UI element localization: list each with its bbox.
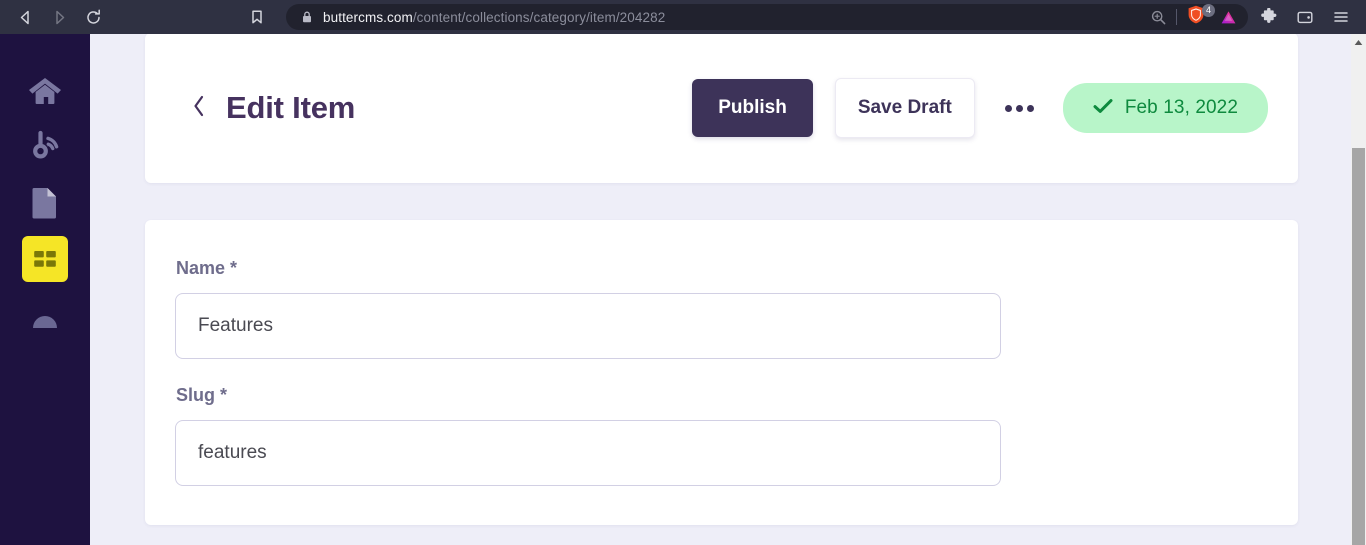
reload-button[interactable] bbox=[76, 0, 110, 34]
scroll-up-arrow-icon bbox=[1354, 33, 1363, 51]
sidebar-item-home[interactable] bbox=[22, 68, 68, 114]
browser-toolbar: buttercms.com/content/collections/catego… bbox=[0, 0, 1366, 34]
page-title: Edit Item bbox=[226, 90, 356, 125]
chevron-left-icon bbox=[192, 95, 206, 122]
collections-grid-icon bbox=[29, 245, 61, 273]
lock-icon bbox=[300, 10, 314, 24]
page-scrollbar[interactable] bbox=[1351, 34, 1366, 545]
scroll-up-button[interactable] bbox=[1351, 34, 1366, 50]
slug-label-text: Slug bbox=[176, 385, 215, 405]
back-arrow-icon bbox=[17, 9, 34, 26]
sidebar-item-blog[interactable] bbox=[22, 124, 68, 170]
back-button[interactable] bbox=[8, 0, 42, 34]
page-content: Edit Item Publish Save Draft Feb 13, 202… bbox=[90, 34, 1366, 545]
app-sidebar bbox=[0, 34, 90, 545]
name-field-label: Name * bbox=[176, 258, 1268, 279]
extensions-puzzle-icon bbox=[1260, 8, 1278, 26]
forward-arrow-icon bbox=[51, 9, 68, 26]
slug-field-group: Slug * bbox=[175, 385, 1268, 486]
slug-field-label: Slug * bbox=[176, 385, 1268, 406]
sidebar-item-pages[interactable] bbox=[22, 180, 68, 226]
media-icon bbox=[28, 306, 62, 336]
sidebar-item-collections[interactable] bbox=[22, 236, 68, 282]
scrollbar-thumb[interactable] bbox=[1352, 148, 1365, 545]
sidebar-item-media[interactable] bbox=[22, 298, 68, 344]
slug-input[interactable] bbox=[175, 420, 1001, 486]
back-to-list-button[interactable] bbox=[186, 95, 212, 121]
name-input[interactable] bbox=[175, 293, 1001, 359]
status-badge: Feb 13, 2022 bbox=[1062, 83, 1268, 133]
status-date-text: Feb 13, 2022 bbox=[1124, 97, 1238, 118]
brave-rewards-triangle-icon[interactable] bbox=[1219, 8, 1238, 27]
more-horizontal-icon bbox=[1005, 104, 1035, 112]
hamburger-menu-icon bbox=[1332, 8, 1350, 26]
pages-icon bbox=[30, 186, 60, 220]
extensions-button[interactable] bbox=[1254, 0, 1284, 34]
brave-shields-button[interactable]: 4 bbox=[1186, 4, 1215, 27]
slug-required-marker: * bbox=[220, 385, 228, 405]
name-field-group: Name * bbox=[175, 258, 1268, 359]
more-options-button[interactable] bbox=[997, 90, 1043, 126]
wallet-button[interactable] bbox=[1290, 0, 1320, 34]
shields-blocked-count-badge: 4 bbox=[1202, 4, 1215, 17]
name-required-marker: * bbox=[230, 258, 238, 278]
header-actions: Publish Save Draft Feb 13, 2022 bbox=[692, 78, 1268, 138]
bookmark-icon bbox=[249, 9, 265, 25]
blog-icon bbox=[28, 130, 62, 164]
name-label-text: Name bbox=[176, 258, 226, 278]
save-draft-button[interactable]: Save Draft bbox=[834, 78, 975, 138]
toolbar-divider bbox=[1176, 9, 1177, 25]
url-path: /content/collections/category/item/20428… bbox=[412, 9, 666, 25]
bookmark-button[interactable] bbox=[240, 0, 274, 34]
home-icon bbox=[27, 75, 63, 107]
reload-icon bbox=[85, 9, 102, 26]
forward-button[interactable] bbox=[42, 0, 76, 34]
wallet-icon bbox=[1296, 8, 1314, 26]
address-bar[interactable]: buttercms.com/content/collections/catego… bbox=[286, 4, 1248, 30]
edit-item-header-card: Edit Item Publish Save Draft Feb 13, 202… bbox=[145, 34, 1298, 183]
zoom-magnifier-icon[interactable] bbox=[1150, 9, 1167, 26]
url-text: buttercms.com/content/collections/catego… bbox=[323, 10, 665, 25]
check-icon bbox=[1093, 98, 1113, 119]
browser-menu-button[interactable] bbox=[1326, 0, 1356, 34]
url-host: buttercms.com bbox=[323, 9, 413, 25]
publish-button[interactable]: Publish bbox=[692, 79, 813, 137]
edit-item-form-card: Name * Slug * bbox=[145, 220, 1298, 525]
